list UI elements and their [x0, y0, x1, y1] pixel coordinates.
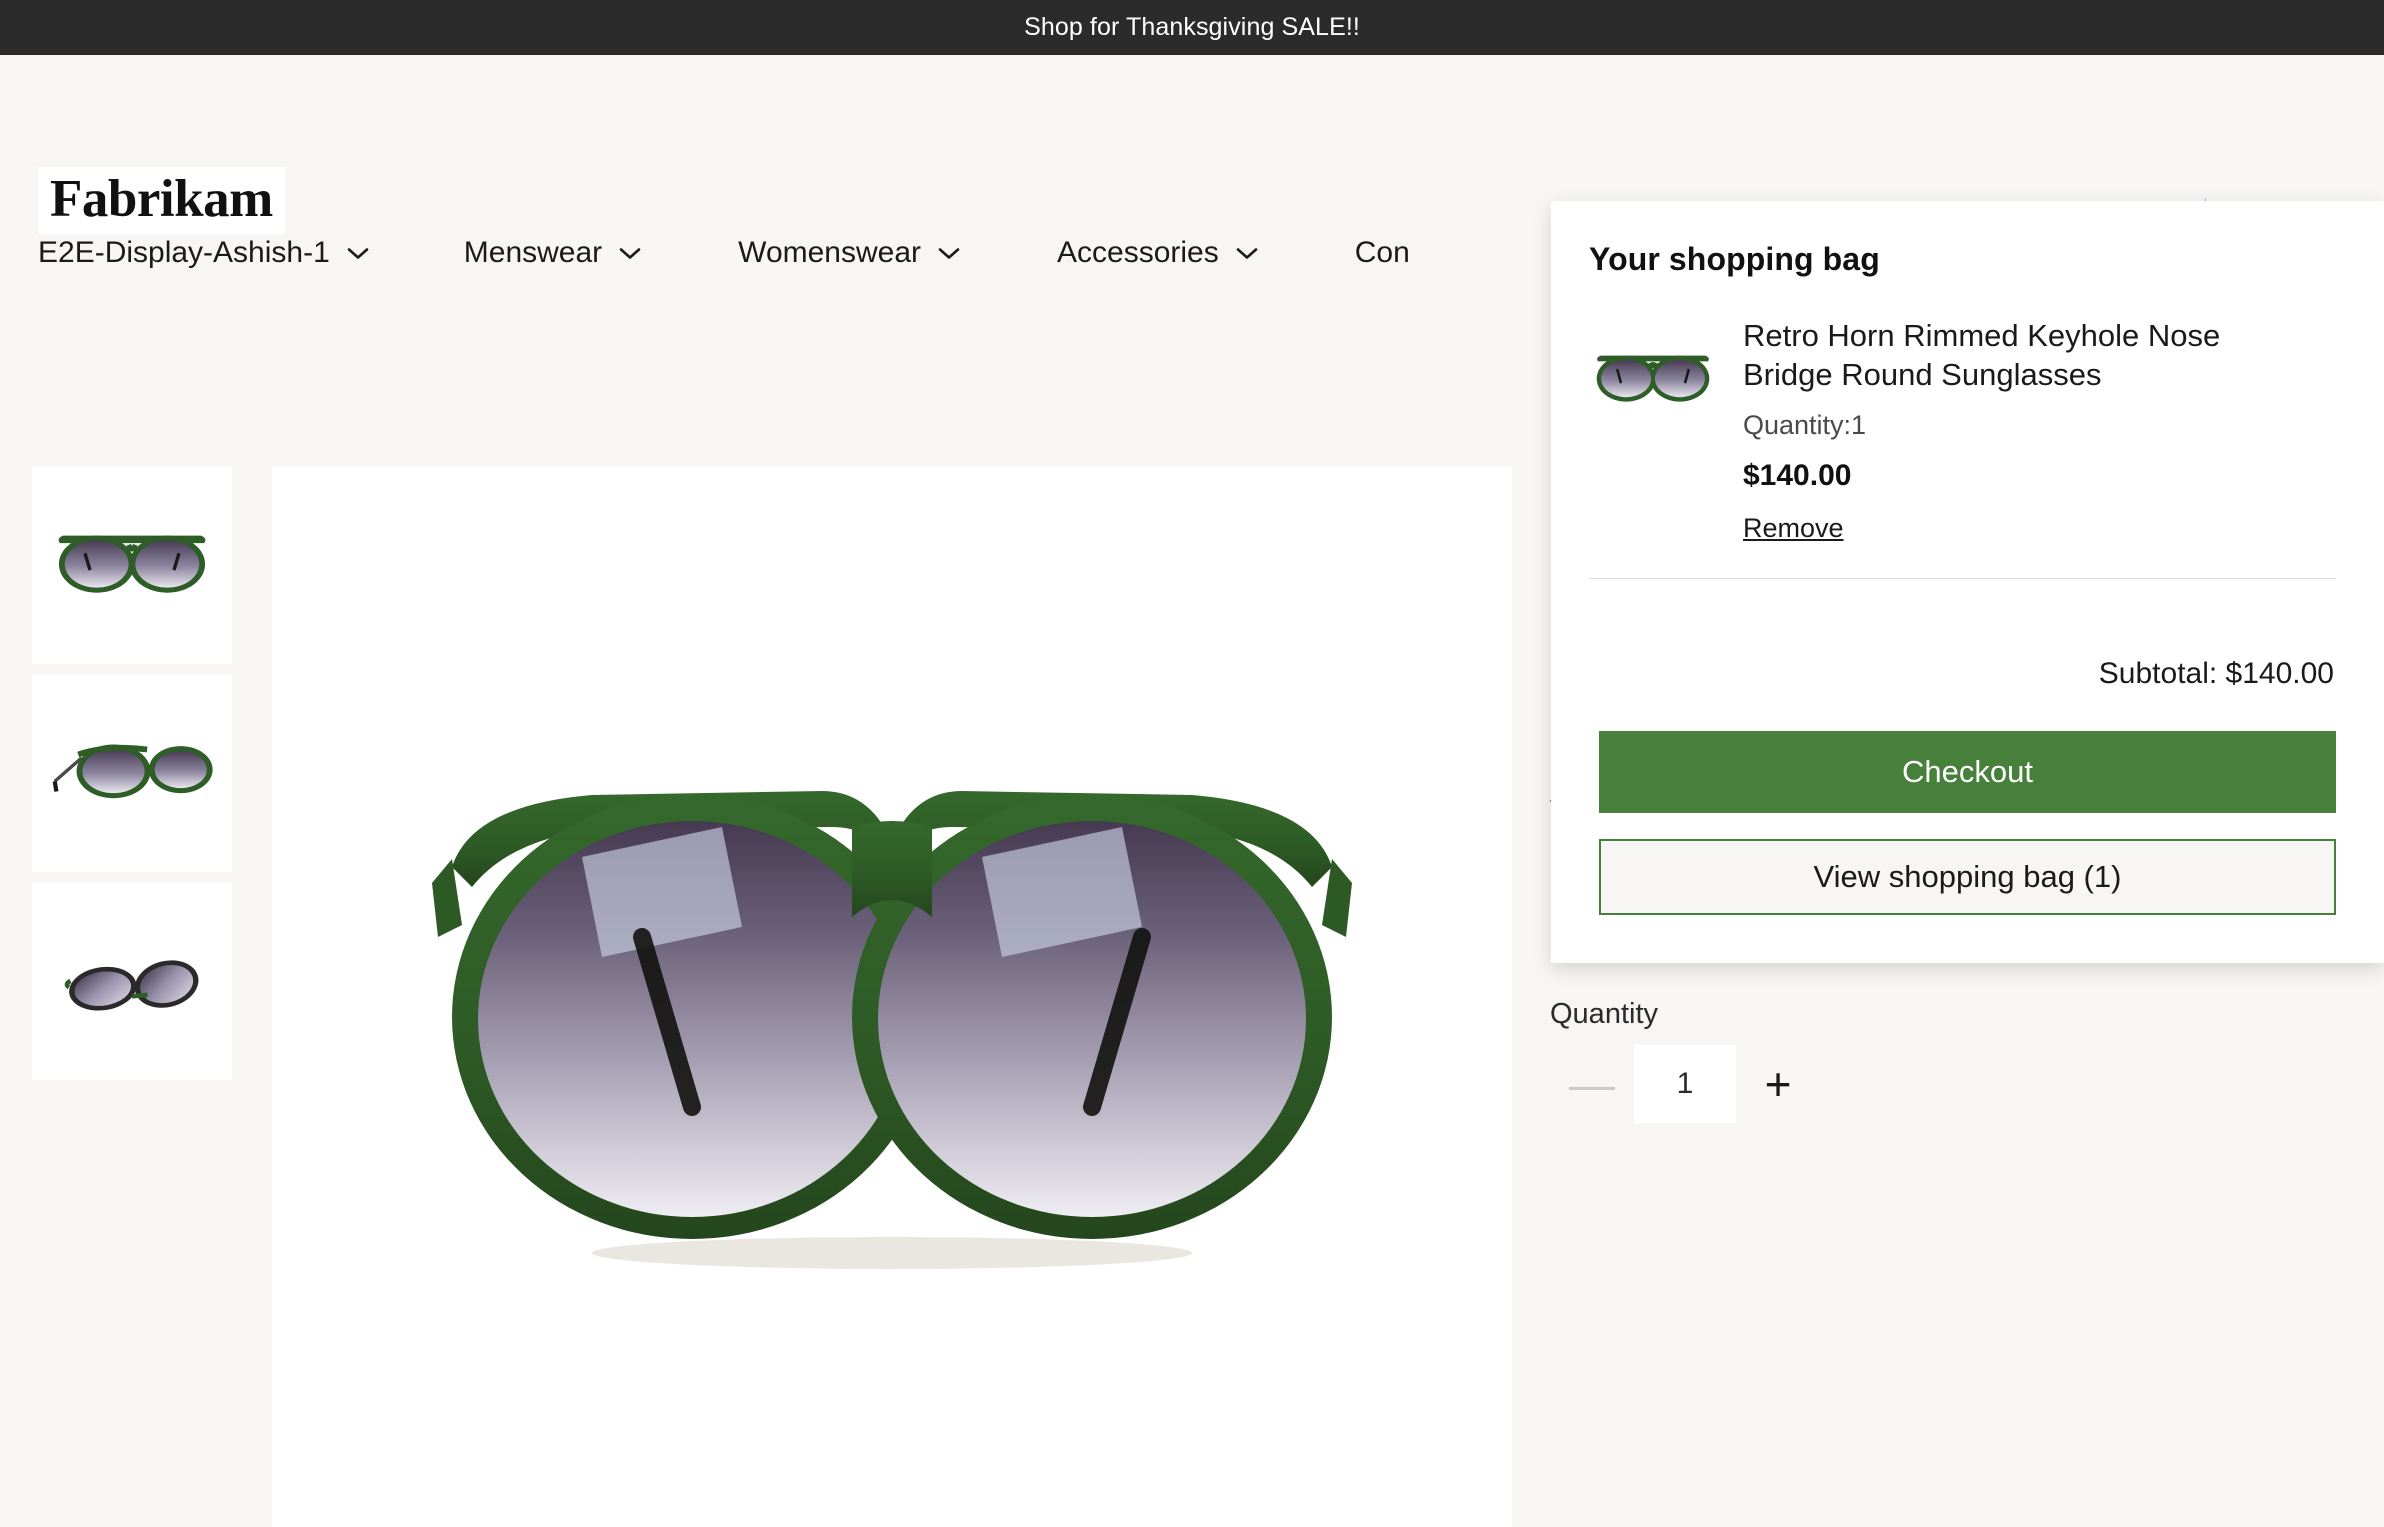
sunglasses-hero-image — [392, 687, 1392, 1307]
nav-item-label: Menswear — [464, 236, 602, 270]
quantity-stepper: — + — [1550, 1045, 2384, 1123]
quantity-input[interactable] — [1634, 1045, 1736, 1123]
product-thumbnail-folded[interactable] — [32, 882, 232, 1080]
view-shopping-bag-button[interactable]: View shopping bag (1) — [1599, 839, 2336, 915]
promo-banner-text: Shop for Thanksgiving SALE!! — [1024, 13, 1360, 42]
quantity-label: Quantity — [1550, 998, 2384, 1031]
promo-banner: Shop for Thanksgiving SALE!! — [0, 0, 2384, 55]
sunglasses-front-image — [48, 520, 216, 610]
bag-item-price: $140.00 — [1743, 459, 2336, 493]
shopping-bag-line-item: Retro Horn Rimmed Keyhole Nose Bridge Ro… — [1589, 316, 2336, 544]
product-hero-panel[interactable] — [272, 466, 1512, 1527]
nav-item-menswear[interactable]: Menswear — [464, 226, 690, 280]
nav-item-womenswear[interactable]: Womenswear — [738, 226, 1009, 280]
shopping-bag-summary: Subtotal: $140.00 Checkout View shopping… — [1551, 613, 2384, 963]
site-header: Fabrikam Search Sign in — [0, 55, 2384, 200]
thumbnail-rail — [0, 466, 232, 1527]
bag-item-name[interactable]: Retro Horn Rimmed Keyhole Nose Bridge Ro… — [1743, 316, 2273, 394]
chevron-down-icon — [1235, 246, 1259, 261]
checkout-button[interactable]: Checkout — [1599, 731, 2336, 813]
nav-item-label: Womenswear — [738, 236, 921, 270]
nav-item-contact[interactable]: Con — [1355, 226, 1458, 280]
bag-item-info: Retro Horn Rimmed Keyhole Nose Bridge Ro… — [1743, 316, 2336, 544]
nav-item-accessories[interactable]: Accessories — [1057, 226, 1307, 280]
nav-item-label: E2E-Display-Ashish-1 — [38, 236, 330, 270]
bag-item-remove-link[interactable]: Remove — [1743, 513, 1844, 544]
flyout-divider — [1589, 578, 2336, 579]
chevron-down-icon — [618, 246, 642, 261]
product-thumbnail-angled[interactable] — [32, 674, 232, 872]
sunglasses-angled-image — [48, 729, 216, 817]
quantity-increment-button[interactable]: + — [1736, 1045, 1820, 1123]
sunglasses-bag-image — [1589, 342, 1717, 414]
chevron-down-icon — [346, 246, 370, 261]
bag-item-thumbnail[interactable] — [1589, 316, 1717, 426]
product-thumbnail-front[interactable] — [32, 466, 232, 664]
quantity-decrement-button[interactable]: — — [1550, 1045, 1634, 1123]
bag-subtotal: Subtotal: $140.00 — [1599, 613, 2336, 691]
shopping-bag-items: Your shopping bag — [1551, 201, 2384, 613]
nav-item-label: Accessories — [1057, 236, 1219, 270]
brand-logo[interactable]: Fabrikam — [38, 167, 285, 234]
sunglasses-folded-image — [48, 941, 216, 1021]
shopping-bag-flyout: Your shopping bag — [1551, 201, 2384, 963]
chevron-down-icon — [937, 246, 961, 261]
bag-item-quantity: Quantity:1 — [1743, 410, 2336, 441]
shopping-bag-title: Your shopping bag — [1589, 241, 2336, 278]
nav-item-label: Con — [1355, 236, 1410, 270]
